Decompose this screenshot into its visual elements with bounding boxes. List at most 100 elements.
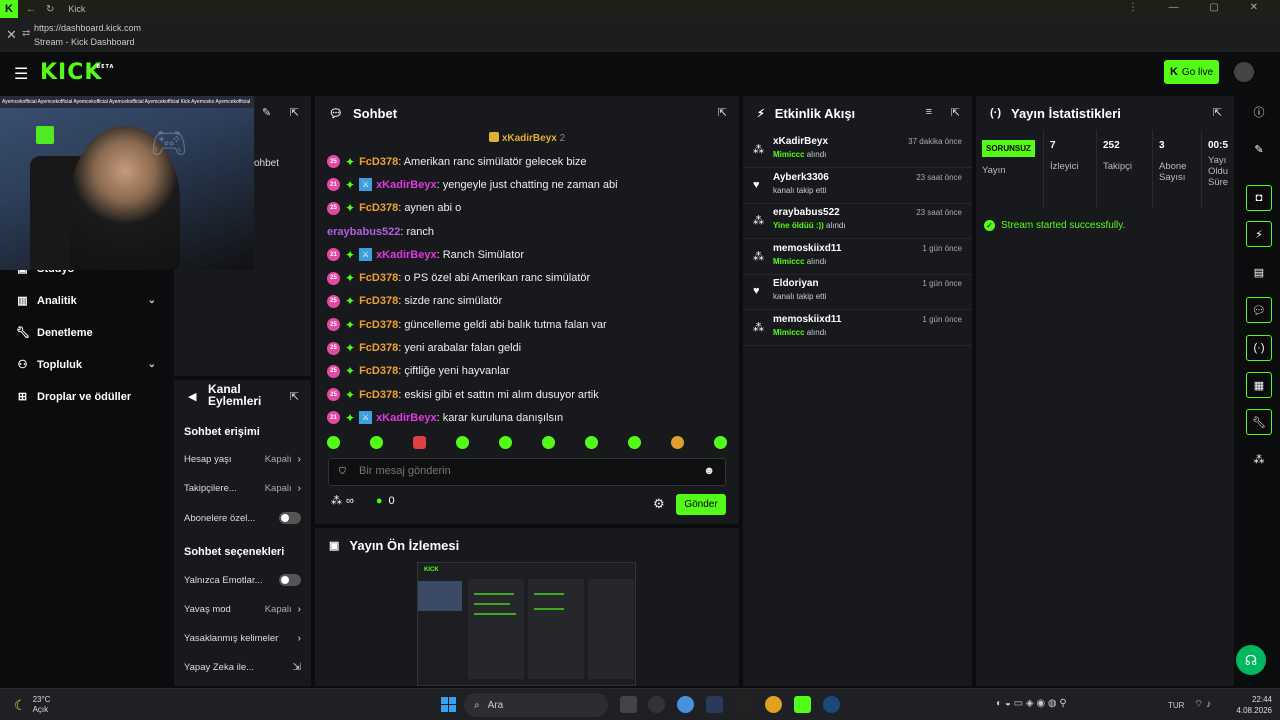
emote-icon[interactable] [499,436,512,449]
sidebar-item-drops[interactable]: ⊞ Droplar ve ödüller [16,390,156,404]
gift-icon[interactable]: ⁂ [331,494,342,507]
url-text[interactable]: https://dashboard.kick.com [34,23,141,33]
chat-username[interactable]: FcD378 [359,295,398,307]
emote-icon[interactable] [585,436,598,449]
chrome-icon[interactable] [765,696,782,713]
wrench-icon[interactable]: 🔧︎ [1246,409,1272,435]
windows-start-icon[interactable] [441,697,456,712]
weather-widget[interactable]: ☾ 23°C Açık [14,695,50,715]
subscribers-only-toggle[interactable] [279,512,301,524]
ai-moderation-row[interactable]: Yapay Zeka ile... ⇲ [184,662,301,673]
pinned-user[interactable]: xKadirBeyx 2 [315,132,739,144]
window-controls[interactable]: ⋮ — ▢ ✕ [1128,2,1272,13]
chat-username[interactable]: FcD378 [359,342,398,354]
emote-icon[interactable] [413,436,426,449]
popout-icon[interactable]: ⇱ [951,106,960,119]
close-icon[interactable]: ✕ [6,27,17,43]
emote-icon[interactable] [456,436,469,449]
gear-icon[interactable]: ⚙ [653,496,665,512]
preview-thumbnail: KICK [417,562,636,686]
info-icon[interactable]: ⓘ [1246,99,1272,125]
gift-icon[interactable]: ⁂ [1246,446,1272,472]
chevron-right-icon: › [297,454,301,465]
send-button[interactable]: Gönder [676,494,726,515]
activity-username[interactable]: memoskiixd11 [773,314,841,325]
stats-table: SORUNSUZ Yayın 7 İzleyici 252 Takipçi 3 Abon… [976,130,1234,208]
emote-icon[interactable] [671,436,684,449]
emoji-icon[interactable]: ☻ [703,465,715,477]
site-settings-icon[interactable]: ⇄ [22,28,30,39]
chat-username[interactable]: FcD378 [359,389,398,401]
chat-message: 25 ✦ FcD378: eskisi gibi et sattın mi alım… [327,383,727,406]
capcut-icon[interactable] [736,696,753,713]
chat-username[interactable]: FcD378 [359,202,398,214]
chat-username[interactable]: FcD378 [359,319,398,331]
chat-username[interactable]: FcD378 [359,365,398,377]
activity-item[interactable]: ♥ Eldoriyan kanalı takip etti 1 gün önce [743,274,972,310]
go-live-button[interactable]: K Go live [1164,60,1219,84]
emote-icon[interactable] [370,436,383,449]
activity-item[interactable]: ⁂ eraybabus522 Yine öldüü :)) alındı 23 … [743,203,972,239]
emote-icon[interactable] [327,436,340,449]
activity-username[interactable]: eraybabus522 [773,207,840,218]
edit-icon[interactable]: ✎ [262,106,271,119]
popout-icon[interactable]: ⇱ [290,106,299,119]
chat-username[interactable]: xKadirBeyx [376,249,437,261]
popout-icon[interactable]: ⇱ [1213,106,1222,119]
chat-username[interactable]: xKadirBeyx [376,412,437,424]
tray-icons[interactable]: ◐ ◒ ▭ ◈ ◉ ◍ ⚲ [996,698,1067,709]
stat-followers: 252 Takipçi [1097,130,1153,208]
followers-only-row[interactable]: Takipçilere... Kapalı › [184,483,301,494]
emote-icon[interactable] [542,436,555,449]
network-sound-icons[interactable]: ⌔ ♪ [1194,698,1211,711]
camera-icon[interactable]: ◘ [1246,185,1272,211]
sidebar-item-moderation[interactable]: 🔧︎ Denetleme [16,326,156,340]
slow-mode-row[interactable]: Yavaş mod Kapalı › [184,604,301,615]
sidebar-item-community[interactable]: ⚇ Topluluk ⌄ [16,358,156,372]
preview-icon[interactable]: ▦ [1246,372,1272,398]
banned-words-row[interactable]: Yasaklanmış kelimeler › [184,633,301,644]
popout-icon[interactable]: ⇱ [718,106,727,119]
popout-icon[interactable]: ⇱ [290,390,299,403]
language-indicator[interactable]: TUR [1168,701,1184,710]
chat-username[interactable]: FcD378 [359,156,398,168]
kick-app-icon[interactable] [794,696,811,713]
app-icon[interactable] [706,696,723,713]
edge-icon[interactable] [677,696,694,713]
chat-username[interactable]: xKadirBeyx [376,179,437,191]
emote-icon[interactable] [628,436,641,449]
emotes-only-toggle[interactable] [279,574,301,586]
activity-username[interactable]: Ayberk3306 [773,172,829,183]
menu-icon[interactable]: ☰ [14,64,28,84]
kick-logo[interactable]: KICK BETA [40,60,113,85]
emote-icon[interactable] [714,436,727,449]
activity-username[interactable]: xKadirBeyx [773,136,828,147]
edit-icon[interactable]: ✎ [1246,136,1272,162]
steam-icon[interactable] [823,696,840,713]
chat-text: : yeni arabalar falan geldi [398,342,522,355]
broadcast-icon[interactable]: (·) [1246,335,1272,361]
activity-item[interactable]: ⁂ xKadirBeyx Mimiccc alındı 37 dakika ön… [743,132,972,168]
browser-nav-icons[interactable]: ←↻ [26,4,64,15]
avatar[interactable] [1234,62,1254,82]
document-icon[interactable]: ▤ [1246,259,1272,285]
chat-input[interactable] [359,465,699,477]
task-view-icon[interactable] [620,696,637,713]
clock[interactable]: 22:44 4.08.2026 [1224,694,1272,716]
filter-icon[interactable]: ≡ [926,106,932,118]
chat-username[interactable]: FcD378 [359,272,398,284]
taskbar-search[interactable]: ⌕ Ara [464,693,608,717]
chat-icon[interactable]: 💬︎ [1246,297,1272,323]
sidebar-item-analytics[interactable]: ▥ Analitik ⌄ [16,294,156,308]
activity-username[interactable]: memoskiixd11 [773,243,841,254]
shield-icon[interactable]: ⛉ [339,466,346,477]
account-age-row[interactable]: Hesap yaşı Kapalı › [184,454,301,465]
activity-username[interactable]: Eldoriyan [773,278,819,289]
activity-item[interactable]: ⁂ memoskiixd11 Mimiccc alındı 1 gün önce [743,239,972,275]
bolt-icon[interactable]: ⚡︎ [1246,221,1272,247]
app-icon[interactable] [648,696,665,713]
activity-item[interactable]: ⁂ memoskiixd11 Mimiccc alındı 1 gün önce [743,310,972,346]
help-headset-icon[interactable]: ☊ [1236,645,1266,675]
chat-username[interactable]: eraybabus522 [327,226,400,238]
activity-item[interactable]: ♥ Ayberk3306 kanalı takip etti 23 saat ö… [743,168,972,204]
